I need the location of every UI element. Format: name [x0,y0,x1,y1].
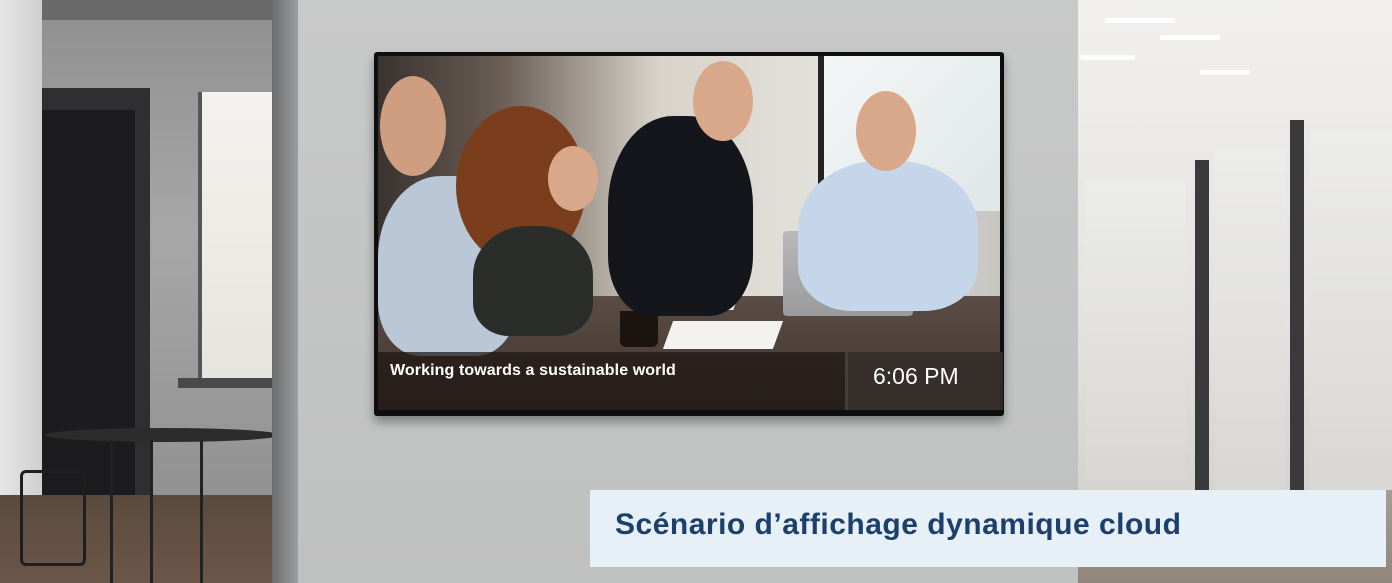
window-sill [178,378,278,388]
corridor-pillar [1290,120,1304,490]
person-woman-head [548,146,598,211]
glass-partition [1310,130,1392,490]
person-left-head [380,76,446,176]
left-window [198,92,278,382]
ceiling-beam [0,0,290,20]
person-right-body [798,161,978,311]
document [662,321,784,349]
table-leg [150,440,153,583]
glass-partition [1085,180,1185,480]
glass-partition [1215,150,1285,490]
person-right-head [856,91,916,171]
corridor-pillar [1195,160,1209,490]
person-woman-body [473,226,593,336]
signage-screen [378,56,1000,410]
ceiling-light [1200,70,1250,75]
ceiling-light [1105,18,1175,23]
chair [20,470,86,566]
wall-edge [272,0,298,583]
person-standing-head [693,61,753,141]
table-leg [110,440,113,583]
ceiling-light [1160,35,1220,40]
ceiling-light [1080,55,1135,60]
banner-title: Scénario d’affichage dynamique cloud [615,508,1182,541]
office-scene: Working towards a sustainable world 6:06… [0,0,1392,583]
coffee-mug [620,311,658,347]
table-leg [200,440,203,583]
person-standing-body [608,116,753,316]
round-table [45,428,280,442]
